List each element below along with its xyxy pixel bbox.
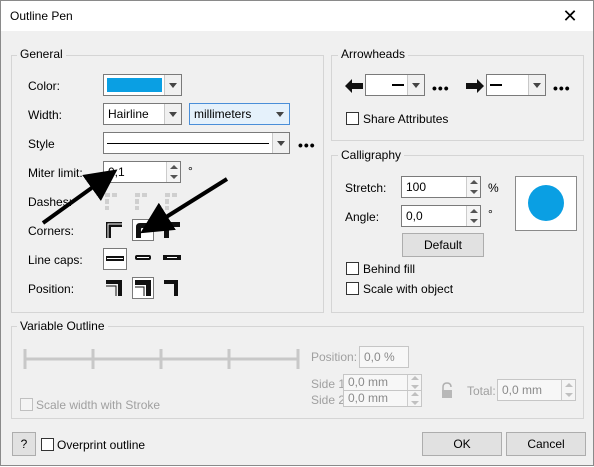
- scale-width-with-stroke-checkbox[interactable]: [20, 398, 33, 411]
- arrow-left-icon: [345, 79, 363, 93]
- start-arrow-options-icon[interactable]: •••: [432, 81, 450, 95]
- stretch-input[interactable]: 100: [401, 176, 481, 198]
- lock-icon[interactable]: [440, 382, 454, 400]
- total-spinner[interactable]: [561, 380, 575, 400]
- total-input[interactable]: 0,0 mm: [497, 379, 576, 401]
- side1-input[interactable]: 0,0 mm: [343, 374, 422, 391]
- nib-shape: [528, 185, 564, 221]
- variable-position-input[interactable]: 0,0 %: [359, 346, 409, 368]
- chevron-down-icon[interactable]: [528, 75, 545, 95]
- side1-spinner[interactable]: [407, 375, 421, 390]
- arrowheads-group: [331, 55, 584, 141]
- angle-label: Angle:: [345, 210, 380, 224]
- side2-value: 0,0 mm: [348, 391, 389, 405]
- end-arrowhead-select[interactable]: [486, 74, 546, 96]
- scale-with-object-checkbox[interactable]: [346, 282, 359, 295]
- share-attributes-label[interactable]: Share Attributes: [363, 112, 448, 126]
- variable-position-value: 0,0 %: [364, 350, 395, 364]
- arrowheads-group-title: Arrowheads: [338, 47, 409, 61]
- stretch-unit: %: [488, 181, 499, 195]
- overprint-outline-checkbox[interactable]: [41, 438, 54, 451]
- angle-unit: °: [488, 207, 493, 221]
- stretch-label: Stretch:: [345, 181, 387, 195]
- side2-spinner[interactable]: [407, 391, 421, 406]
- calligraphy-group-title: Calligraphy: [338, 148, 405, 162]
- angle-value: 0,0: [406, 209, 423, 223]
- total-label: Total:: [467, 384, 496, 398]
- side2-input[interactable]: 0,0 mm: [343, 390, 422, 407]
- variable-outline-title: Variable Outline: [17, 319, 108, 333]
- start-arrow-preview: [392, 84, 404, 86]
- default-button[interactable]: Default: [402, 233, 484, 257]
- behind-fill-label[interactable]: Behind fill: [363, 262, 415, 276]
- angle-spinner[interactable]: [466, 206, 480, 226]
- share-attributes-checkbox[interactable]: [346, 112, 359, 125]
- end-arrow-options-icon[interactable]: •••: [553, 81, 571, 95]
- outline-pen-dialog: Outline Pen ✕ General Color: Width: Hair…: [0, 0, 594, 466]
- variable-width-ruler: [23, 349, 300, 369]
- overprint-outline-label[interactable]: Overprint outline: [57, 438, 145, 452]
- angle-input[interactable]: 0,0: [401, 205, 481, 227]
- cancel-button[interactable]: Cancel: [506, 432, 586, 456]
- scale-width-with-stroke-label[interactable]: Scale width with Stroke: [36, 398, 160, 412]
- nib-preview[interactable]: [515, 176, 577, 231]
- end-arrow-preview: [490, 84, 502, 86]
- ok-button[interactable]: OK: [422, 432, 502, 456]
- variable-position-label: Position:: [311, 350, 358, 364]
- start-arrowhead-select[interactable]: [365, 74, 425, 96]
- help-button[interactable]: ?: [12, 432, 36, 456]
- scale-with-object-label[interactable]: Scale with object: [363, 282, 453, 296]
- behind-fill-checkbox[interactable]: [346, 262, 359, 275]
- side1-value: 0,0 mm: [348, 375, 389, 389]
- arrow-right-icon: [466, 79, 484, 93]
- stretch-spinner[interactable]: [466, 177, 480, 197]
- total-value: 0,0 mm: [502, 383, 543, 397]
- stretch-value: 100: [406, 180, 427, 194]
- chevron-down-icon[interactable]: [407, 75, 424, 95]
